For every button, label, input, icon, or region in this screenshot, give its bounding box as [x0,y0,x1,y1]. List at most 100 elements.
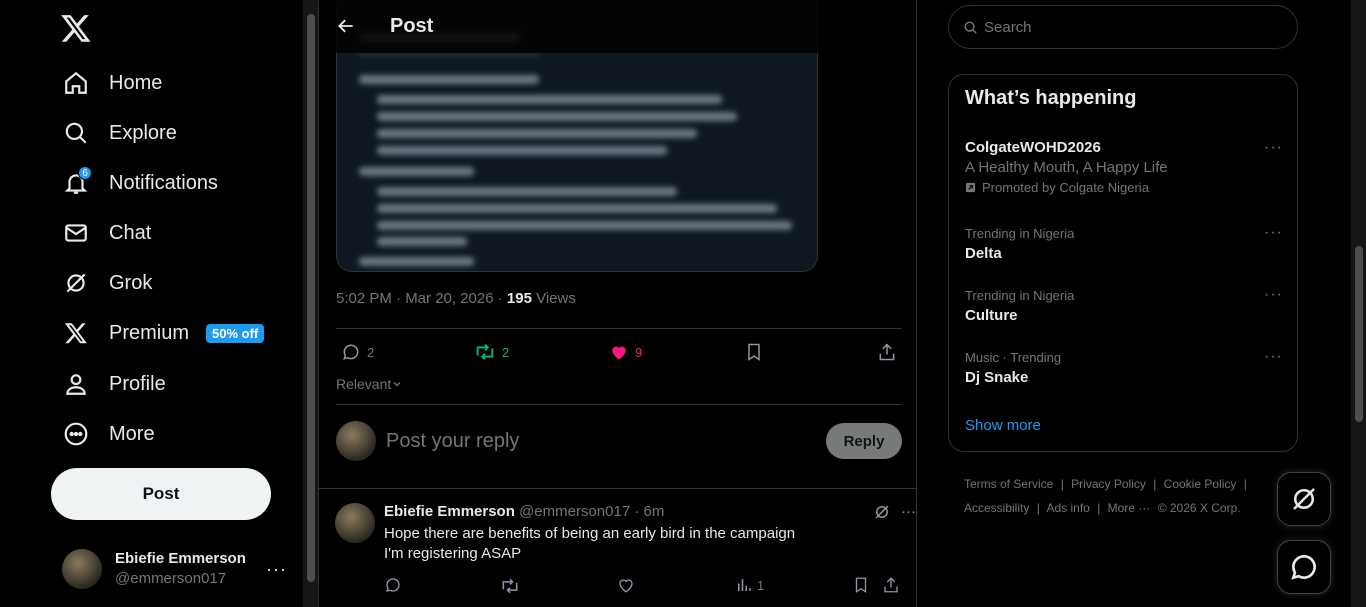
whats-happening-panel: What’s happening ColgateWOHD2026 A Healt… [948,74,1298,452]
footer-separator: | [1097,501,1101,515]
nav-more[interactable]: More [60,409,155,459]
footer-separator: | [1060,477,1064,491]
sidebar-scrollbar-thumb[interactable] [307,14,315,582]
footer-separator: | [1036,501,1040,515]
share-icon[interactable] [882,576,900,594]
bookmark-icon [748,343,760,361]
search-icon [963,20,978,35]
nav-profile[interactable]: Profile [60,359,166,409]
analytics-icon [738,579,751,591]
footer-separator: | [1243,477,1247,491]
trend-category: Trending in Nigeria [965,226,1075,241]
trend-subtitle: A Healthy Mouth, A Happy Life [965,159,1168,176]
home-icon [60,67,92,99]
post-header: Post [319,0,916,53]
footer-link-more[interactable]: More ··· [1108,501,1151,515]
reply-count: 2 [367,344,375,360]
reply-action[interactable]: 2 [341,342,374,362]
avatar [62,549,102,589]
nav-label-chat: Chat [109,221,152,244]
comment-icon [343,344,359,360]
account-display-name: Ebiefie Emmerson [115,550,246,567]
nav-label-home: Home [109,71,163,94]
footer-link-cookie[interactable]: Cookie Policy [1164,477,1237,491]
like-action[interactable]: 9 [609,342,642,362]
footer-link-accessibility[interactable]: Accessibility [964,501,1029,515]
post-views-count: 195 [506,290,532,307]
chevron-down-icon [393,382,401,387]
nav-label-profile: Profile [109,372,166,395]
like-count: 9 [635,344,643,360]
nav-grok[interactable]: Grok [60,258,152,308]
share-icon [879,343,895,361]
footer-separator: | [1153,477,1157,491]
bookmark-icon[interactable] [852,576,870,594]
post-button[interactable]: Post [51,468,271,520]
reply-sort-dropdown[interactable]: Relevant [336,376,403,392]
trend-name: ColgateWOHD2026 [965,139,1101,156]
trend-item[interactable]: Music · Trending Dj Snake ··· [965,348,1283,386]
trend-item[interactable]: ColgateWOHD2026 A Healthy Mouth, A Happy… [965,139,1283,195]
comment-icon[interactable] [384,576,402,594]
reply-views-count: 1 [757,577,765,593]
footer-link-privacy[interactable]: Privacy Policy [1071,477,1146,491]
nav-chat[interactable]: Chat [60,208,151,258]
more-dots-icon[interactable]: ··· [901,503,916,520]
search-box[interactable] [948,5,1298,49]
reply-button[interactable]: Reply [826,423,902,459]
page-scrollbar-thumb[interactable] [1355,246,1363,422]
more-dots-icon[interactable]: ··· [266,559,287,580]
reply-post[interactable]: Ebiefie Emmerson @emmerson017 · 6m ··· H… [335,500,916,607]
show-more-link[interactable]: Show more [965,417,1041,434]
heart-filled-icon [612,346,626,360]
reply-input[interactable] [386,429,826,453]
more-dots-icon[interactable]: ··· [1264,286,1283,304]
trend-item[interactable]: Trending in Nigeria Delta ··· [965,224,1283,262]
footer-link-ads[interactable]: Ads info [1047,501,1090,515]
post-action-bar: 2 2 9 [336,329,902,375]
trend-category: Trending in Nigeria [965,288,1075,303]
mail-icon [60,217,92,249]
promoted-label: Promoted by Colgate Nigeria [982,180,1149,195]
trend-name: Delta [965,245,1002,262]
reply-text-line: I'm registering ASAP [384,545,522,562]
sidebar-scrollbar[interactable] [303,0,318,607]
notification-badge: 6 [78,166,92,180]
reply-author-name[interactable]: Ebiefie Emmerson [384,503,515,520]
account-switcher[interactable]: Ebiefie Emmerson @emmerson017 ··· [62,546,287,592]
share-action[interactable] [877,342,897,362]
chat-floating-button[interactable] [1277,540,1331,594]
heart-icon[interactable] [617,576,635,594]
x-logo-icon[interactable] [60,12,92,44]
search-input[interactable] [984,18,1274,36]
nav-label-more: More [109,422,155,445]
divider [319,488,916,489]
reply-composer: Reply [336,405,902,477]
trend-item[interactable]: Trending in Nigeria Culture ··· [965,286,1283,324]
more-dots-icon[interactable]: ··· [1264,224,1283,242]
nav-premium[interactable]: Premium 50% off [60,308,265,358]
grok-icon[interactable] [873,503,891,521]
reply-handle-time: @emmerson017 · 6m [519,503,665,520]
post-timestamp[interactable]: 5:02 PM · Mar 20, 2026 · [336,290,507,307]
nav-home[interactable]: Home [60,58,162,108]
footer-link-terms[interactable]: Terms of Service [964,477,1053,491]
grok-floating-button[interactable] [1277,472,1331,526]
back-arrow-icon[interactable] [336,16,358,38]
more-dots-icon[interactable]: ··· [1264,348,1283,366]
more-dots-icon[interactable]: ··· [1264,139,1283,157]
person-icon [60,368,92,400]
bookmark-action[interactable] [744,342,764,362]
repost-icon[interactable] [500,576,520,596]
nav-label-explore: Explore [109,121,177,144]
page-scrollbar[interactable] [1351,0,1366,607]
grok-icon [1293,488,1315,510]
post-meta: 5:02 PM · Mar 20, 2026 · 195 Views [336,290,576,307]
avatar[interactable] [335,503,375,543]
chat-bubble-icon [1291,554,1316,580]
reply-sort-label: Relevant [336,376,392,392]
nav-notifications[interactable]: 6 Notifications [60,158,218,208]
views-action[interactable]: 1 [735,576,764,594]
nav-explore[interactable]: Explore [60,108,177,158]
repost-action[interactable]: 2 [474,341,509,363]
